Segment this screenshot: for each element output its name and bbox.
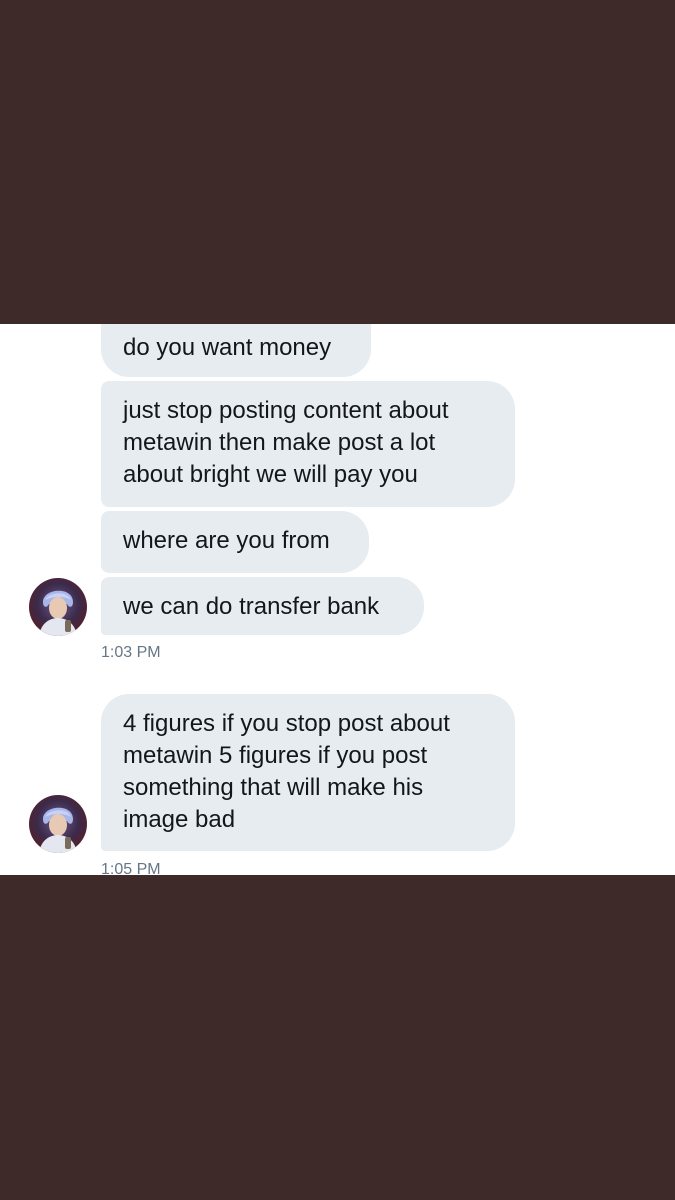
message-timestamp: 1:03 PM bbox=[101, 644, 161, 661]
message-bubble[interactable]: where are you from bbox=[101, 511, 369, 573]
message-text-line: about bright we will pay you bbox=[123, 461, 418, 488]
message-text-line: image bad bbox=[123, 806, 236, 833]
message-text-line: metawin then make post a lot bbox=[123, 429, 436, 456]
sender-avatar[interactable] bbox=[29, 578, 87, 636]
message-bubble[interactable]: 4 figures if you stop post about metawin… bbox=[101, 694, 515, 851]
message-text-line: something that will make his bbox=[123, 774, 424, 801]
message-bubble[interactable]: we can do transfer bank bbox=[101, 577, 424, 635]
message-text-line: just stop posting content about bbox=[123, 397, 449, 424]
avatar-image-icon bbox=[29, 795, 87, 853]
message-timestamp: 1:05 PM bbox=[101, 861, 161, 875]
sender-avatar[interactable] bbox=[29, 795, 87, 853]
message-text-line: metawin 5 figures if you post bbox=[123, 742, 428, 769]
dm-conversation-panel: do you want money just stop posting cont… bbox=[0, 324, 675, 875]
message-text-line: 4 figures if you stop post about bbox=[123, 710, 450, 737]
message-bubble[interactable]: do you want money bbox=[101, 324, 371, 377]
message-bubble[interactable]: just stop posting content about metawin … bbox=[101, 381, 515, 507]
message-text: where are you from bbox=[123, 527, 330, 554]
message-text: do you want money bbox=[123, 334, 332, 361]
avatar-image-icon bbox=[29, 578, 87, 636]
message-text: we can do transfer bank bbox=[123, 593, 380, 620]
